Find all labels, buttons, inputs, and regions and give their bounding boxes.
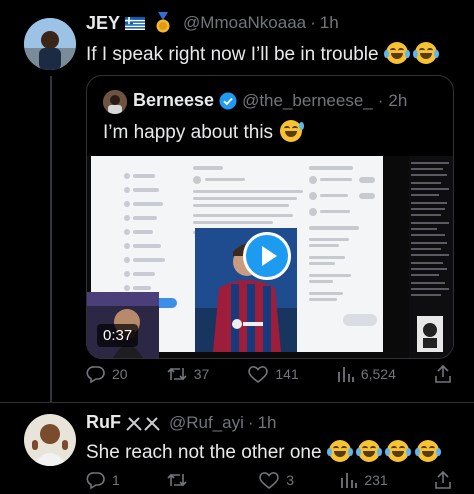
reply-text: She reach not the other one — [86, 440, 441, 464]
tears-of-joy-emoji — [413, 42, 440, 64]
views-chart-icon — [341, 473, 358, 488]
tears-of-joy-emoji — [326, 440, 353, 462]
reply-share-button[interactable] — [434, 470, 452, 490]
reply-reply-count: 1 — [112, 472, 120, 488]
tears-of-joy-emoji — [383, 42, 410, 64]
grinning-sweat-emoji — [280, 120, 305, 142]
tweet-time[interactable]: 1h — [320, 13, 339, 33]
video-duration-text: 0:37 — [103, 327, 133, 344]
author-handle[interactable]: @MmoaNkoaaa — [183, 13, 306, 33]
like-button[interactable]: 141 — [247, 364, 299, 384]
reply-button[interactable]: 20 — [86, 364, 128, 384]
share-icon — [435, 364, 451, 383]
greek-flag-icon — [125, 16, 146, 30]
quoted-video[interactable]: 0:37 — [87, 156, 453, 358]
author-avatar[interactable] — [24, 18, 76, 70]
views-count: 6,524 — [360, 366, 396, 382]
reply-count: 20 — [112, 366, 128, 382]
quoted-tweet-card[interactable]: Berneese @the_berneese_ · 2h I’m happy a… — [86, 75, 454, 359]
separator-dot: · — [377, 90, 384, 110]
retweet-count: 37 — [193, 366, 210, 382]
tears-of-joy-emoji — [414, 440, 441, 462]
retweet-icon — [167, 473, 187, 487]
author-name[interactable]: JEY — [86, 13, 120, 34]
reply-views-count: 231 — [364, 472, 388, 488]
quoted-author-handle: @the_berneese_ — [242, 90, 373, 110]
separator-dot: · — [310, 13, 316, 32]
verified-badge-icon — [219, 92, 237, 110]
separator-dot: · — [247, 412, 254, 432]
reply-action-bar: 1 3 231 — [86, 470, 452, 490]
video-right-column — [309, 164, 379, 334]
quoted-tweet-text-content: I’m happy about this — [103, 122, 274, 143]
reply-text-content: She reach not the other one — [86, 442, 322, 463]
heart-icon — [259, 472, 280, 490]
tears-of-joy-emoji — [356, 440, 383, 462]
like-count: 141 — [275, 366, 299, 382]
quoted-author-avatar — [103, 90, 127, 114]
thread-connector-line — [50, 76, 52, 402]
quoted-tweet-text: I’m happy about this — [103, 120, 305, 144]
views-chart-icon — [337, 367, 354, 382]
reply-views-button[interactable]: 231 — [340, 471, 388, 489]
tweet-action-bar: 20 37 141 6,524 — [86, 364, 452, 384]
tears-of-joy-emoji — [385, 440, 412, 462]
reply-author-name[interactable]: RuF — [86, 412, 121, 433]
reply-reply-button[interactable]: 1 — [86, 470, 120, 490]
reply-icon — [86, 366, 105, 384]
retweet-icon — [167, 367, 187, 381]
reply-like-button[interactable]: 3 — [258, 470, 294, 490]
video-chat-column — [409, 156, 453, 358]
crossed-swords-icon — [125, 414, 161, 432]
retweet-button[interactable]: 37 — [166, 364, 210, 384]
video-duration-badge: 0:37 — [97, 324, 139, 347]
reply-icon — [86, 472, 105, 490]
play-icon — [262, 246, 277, 266]
reply-like-count: 3 — [286, 472, 295, 488]
quoted-author-name: Berneese — [133, 90, 215, 110]
play-button[interactable] — [243, 232, 291, 280]
quoted-tweet-time: 2h — [388, 90, 408, 110]
views-button[interactable]: 6,524 — [337, 365, 396, 383]
medal-icon — [155, 12, 171, 34]
tweet-text-content: If I speak right now I’ll be in trouble — [86, 44, 379, 65]
reply-author-avatar[interactable] — [24, 414, 76, 466]
reply-time[interactable]: 1h — [258, 413, 277, 433]
share-icon — [435, 470, 451, 489]
reply-retweet-button[interactable] — [166, 470, 212, 490]
tweet-divider — [0, 402, 474, 403]
heart-icon — [248, 366, 269, 384]
tweet-text: If I speak right now I’ll be in trouble — [86, 42, 440, 66]
reply-author-handle[interactable]: @Ruf_ayi — [169, 413, 244, 433]
share-button[interactable] — [434, 364, 452, 384]
